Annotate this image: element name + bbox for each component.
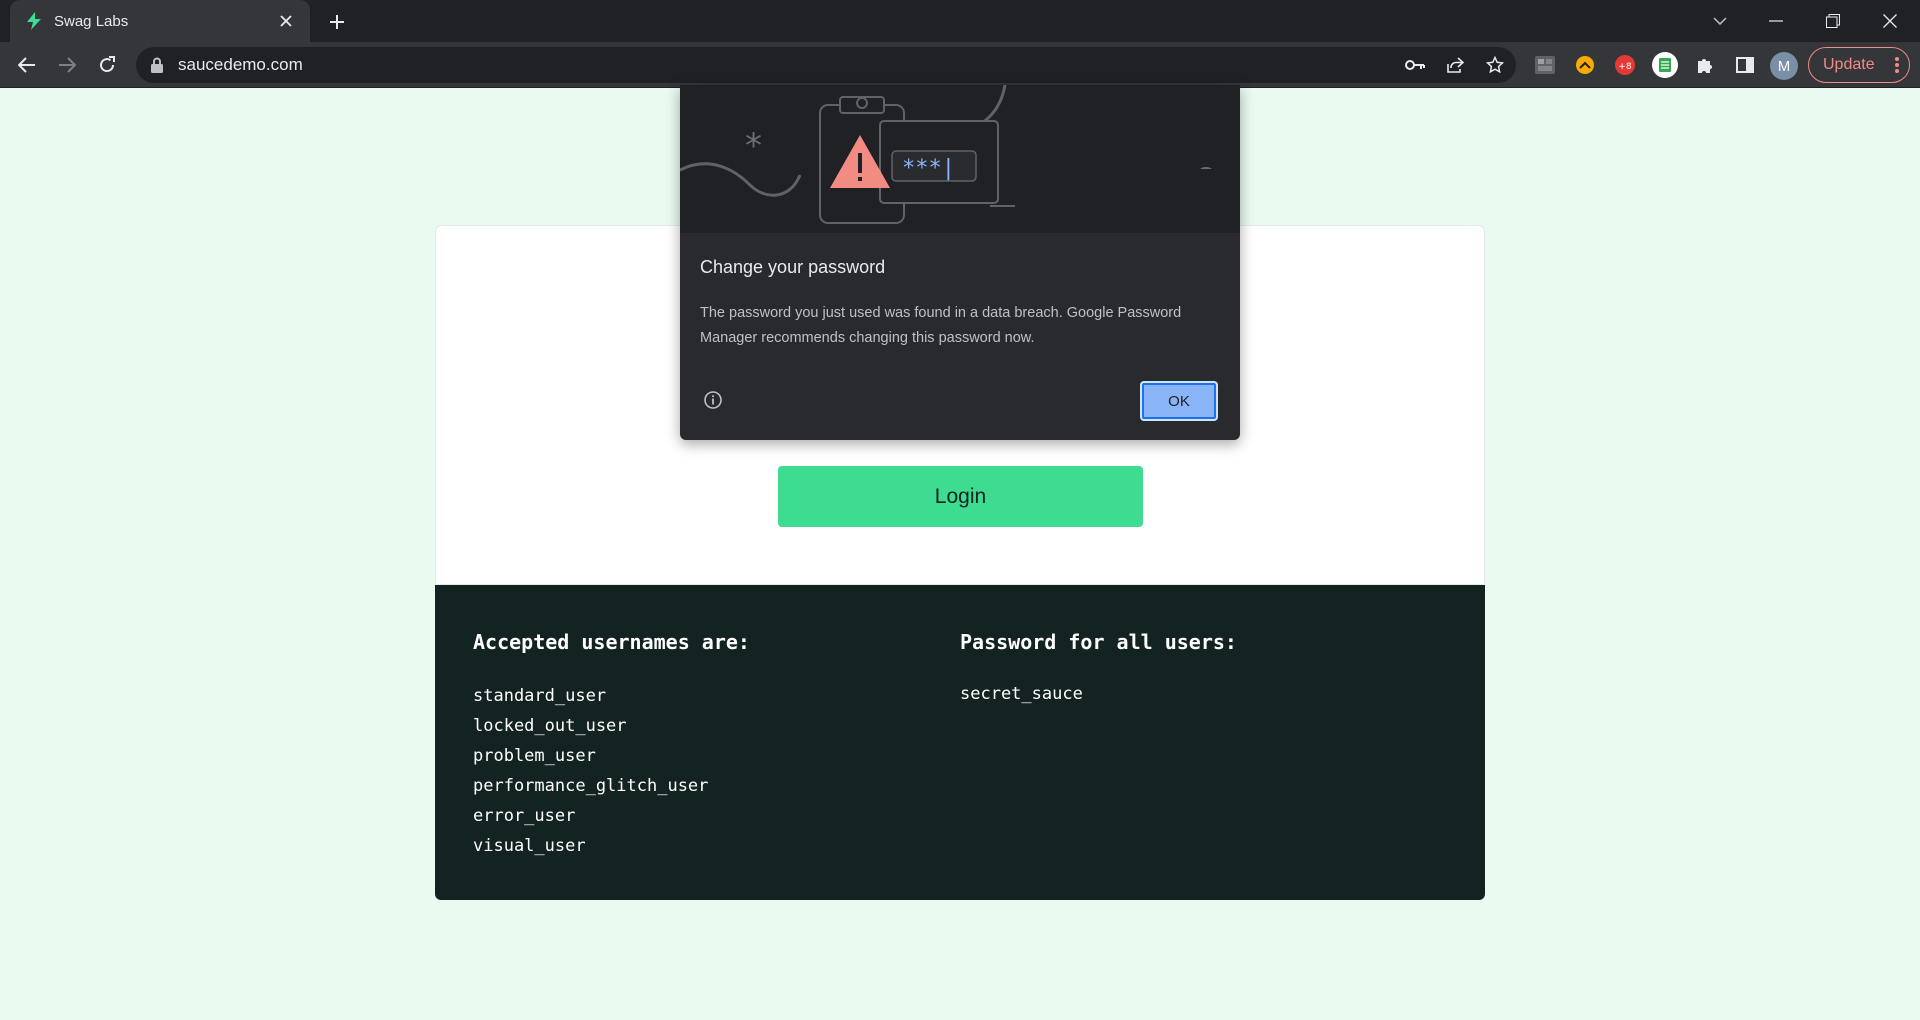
side-panel-icon[interactable] xyxy=(1732,52,1758,78)
restore-icon[interactable] xyxy=(1813,6,1853,36)
password-value: secret_sauce xyxy=(960,684,1083,704)
dialog-title: Change your password xyxy=(700,257,886,277)
new-tab-icon[interactable] xyxy=(324,9,350,35)
username-item: locked_out_user xyxy=(473,716,627,736)
username-item: performance_glitch_user xyxy=(473,776,709,796)
close-tab-icon[interactable] xyxy=(276,11,296,31)
update-label: Update xyxy=(1823,56,1875,73)
password-key-icon[interactable] xyxy=(1400,50,1430,80)
masked-password-text: ***| xyxy=(902,156,955,181)
share-icon[interactable] xyxy=(1440,50,1470,80)
swag-labs-favicon-icon xyxy=(24,11,44,31)
lock-icon[interactable] xyxy=(150,57,166,73)
update-button[interactable]: Update xyxy=(1808,47,1910,83)
credentials-panel: Accepted usernames are: standard_user lo… xyxy=(435,585,1485,900)
profile-avatar[interactable]: M xyxy=(1770,52,1798,80)
back-icon[interactable] xyxy=(12,50,42,80)
minimize-icon[interactable] xyxy=(1756,6,1796,36)
address-bar[interactable]: saucedemo.com xyxy=(136,47,1516,83)
breach-illustration: * ***| xyxy=(680,85,1240,233)
url-text: saucedemo.com xyxy=(178,55,303,74)
dialog-body: The password you just used was found in … xyxy=(700,305,1182,346)
username-item: standard_user xyxy=(473,686,607,706)
tab-title: Swag Labs xyxy=(54,12,129,30)
browser-toolbar: saucedemo.com +8 M Update xyxy=(0,42,1920,88)
tab-search-icon[interactable] xyxy=(1700,6,1740,36)
bookmark-star-icon[interactable] xyxy=(1480,50,1510,80)
login-button[interactable]: Login xyxy=(778,466,1143,527)
browser-tab[interactable]: Swag Labs xyxy=(10,0,310,42)
more-menu-icon[interactable] xyxy=(1895,56,1899,79)
password-heading: Password for all users: xyxy=(960,630,1237,654)
usernames-list: standard_user locked_out_user problem_us… xyxy=(473,681,708,861)
extensions-puzzle-icon[interactable] xyxy=(1692,52,1718,78)
change-password-dialog: * ***| Change your password The password… xyxy=(680,85,1240,440)
reload-icon[interactable] xyxy=(92,50,122,80)
sheet-extension-icon[interactable] xyxy=(1652,52,1678,78)
speed-extension-icon[interactable] xyxy=(1572,52,1598,78)
username-item: problem_user xyxy=(473,746,596,766)
extension-grid-icon[interactable] xyxy=(1532,52,1558,78)
close-window-icon[interactable] xyxy=(1870,6,1910,36)
username-item: error_user xyxy=(473,806,576,826)
tab-strip: Swag Labs xyxy=(0,0,1920,42)
info-icon[interactable] xyxy=(703,390,725,412)
usernames-heading: Accepted usernames are: xyxy=(473,630,750,654)
svg-text:+8: +8 xyxy=(1618,62,1632,72)
forward-icon[interactable] xyxy=(52,50,82,80)
ok-button[interactable]: OK xyxy=(1140,381,1218,421)
username-item: visual_user xyxy=(473,836,586,856)
red-extension-icon[interactable]: +8 xyxy=(1612,52,1638,78)
svg-text:*: * xyxy=(745,126,762,166)
